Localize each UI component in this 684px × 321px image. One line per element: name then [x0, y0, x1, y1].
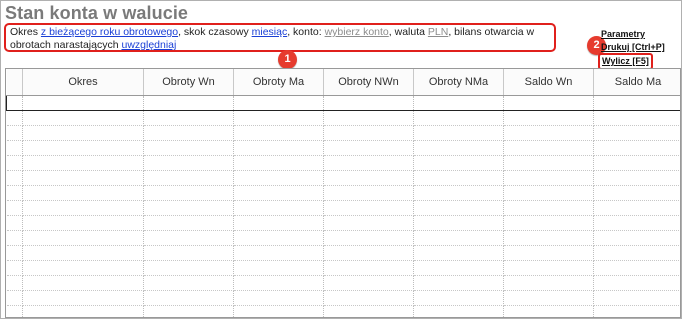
table-row[interactable] — [6, 275, 680, 291]
data-grid[interactable]: Okres Obroty Wn Obroty Ma Obroty NWn Obr… — [5, 68, 681, 318]
table-row[interactable] — [6, 230, 680, 246]
column-header-obroty-nwn[interactable]: Obroty NWn — [323, 69, 414, 96]
table-row[interactable] — [6, 140, 680, 156]
table-row[interactable] — [6, 260, 680, 276]
report-window: Stan konta w walucie Okres z bieżącego r… — [0, 0, 682, 319]
period-link[interactable]: z bieżącego roku obrotowego — [41, 26, 178, 38]
table-row[interactable] — [6, 110, 680, 126]
page-title: Stan konta w walucie — [5, 3, 189, 23]
table-row[interactable] — [6, 185, 680, 201]
balance-table: Okres Obroty Wn Obroty Ma Obroty NWn Obr… — [6, 69, 680, 317]
desc-text-2: , skok czasowy — [178, 26, 252, 38]
desc-text-3: , konto: — [287, 26, 325, 38]
table-row[interactable] — [6, 290, 680, 306]
desc-text-1: Okres — [10, 26, 41, 38]
column-header-okres[interactable]: Okres — [22, 69, 144, 96]
table-row[interactable] — [6, 305, 680, 317]
currency-link[interactable]: PLN — [428, 26, 448, 38]
opening-balance-link[interactable]: uwzględniaj — [121, 39, 176, 51]
step-link[interactable]: miesiąc — [252, 26, 288, 38]
table-row[interactable] — [6, 215, 680, 231]
table-row[interactable] — [6, 245, 680, 261]
account-link[interactable]: wybierz konto — [325, 26, 389, 38]
table-row[interactable] — [6, 170, 680, 186]
table-row[interactable] — [6, 155, 680, 171]
desc-text-4: , waluta — [388, 26, 428, 38]
header-row: Okres Obroty Wn Obroty Ma Obroty NWn Obr… — [6, 69, 680, 96]
action-links: Parametry Drukuj [Ctrl+P] Wylicz [F5] — [598, 28, 665, 70]
column-header-saldo-ma[interactable]: Saldo Ma — [593, 69, 680, 96]
table-body — [6, 95, 680, 317]
table-row[interactable] — [6, 125, 680, 141]
column-header-saldo-wn[interactable]: Saldo Wn — [503, 69, 594, 96]
callout-badge-1: 1 — [278, 50, 297, 69]
table-row[interactable] — [6, 200, 680, 216]
parametry-link[interactable]: Parametry — [601, 28, 665, 41]
column-header-obroty-nma[interactable]: Obroty NMa — [413, 69, 504, 96]
table-row-selected[interactable] — [6, 95, 680, 111]
column-header-obroty-ma[interactable]: Obroty Ma — [233, 69, 324, 96]
row-indicator-header — [6, 69, 23, 96]
report-description: Okres z bieżącego roku obrotowego, skok … — [4, 23, 556, 52]
column-header-obroty-wn[interactable]: Obroty Wn — [143, 69, 234, 96]
